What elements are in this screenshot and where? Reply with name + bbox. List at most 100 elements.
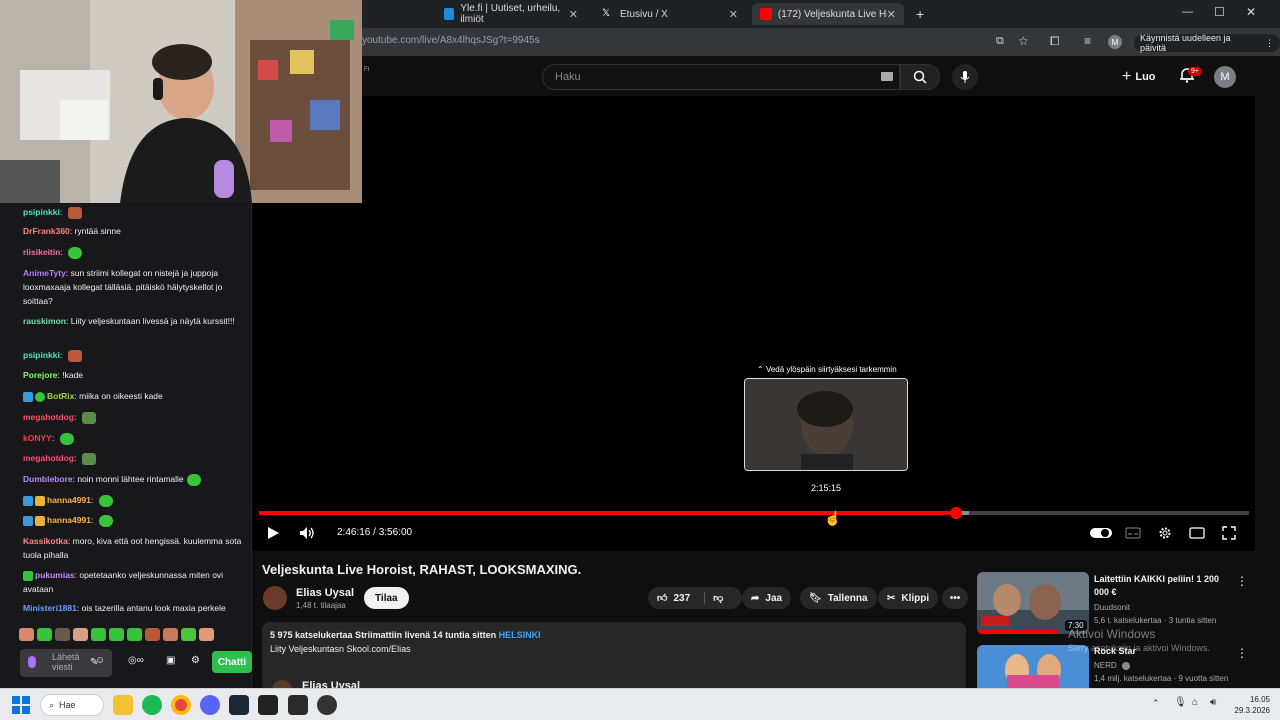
emote-icon[interactable] [73, 628, 88, 641]
emote-icon[interactable] [37, 628, 52, 641]
share-button[interactable]: ➦ Jaa [742, 587, 792, 609]
emote-icon[interactable] [163, 628, 178, 641]
restart-update-button[interactable]: Käynnistä uudelleen ja päivitä ⋮ [1134, 33, 1280, 53]
voice-search-button[interactable] [952, 64, 978, 90]
progress-scrubber-handle[interactable] [949, 507, 962, 519]
file-explorer-icon[interactable] [113, 695, 133, 715]
emote-icon[interactable] [55, 628, 70, 641]
rec-title[interactable]: Laitettiin KAIKKI peliin! 1 200 000 € [1094, 573, 1224, 599]
channel-name[interactable]: Elias Uysal [296, 587, 354, 599]
chat-username[interactable]: psipinkki [23, 350, 60, 360]
maximize-button[interactable]: ☐ [1214, 5, 1225, 19]
close-window-button[interactable]: ✕ [1246, 5, 1256, 19]
chat-username[interactable]: hanna4991 [47, 495, 91, 505]
rec-channel[interactable]: NERD [1094, 659, 1234, 672]
chat-username[interactable]: megahotdog [23, 412, 74, 422]
close-tab-icon[interactable]: ✕ [729, 8, 738, 21]
video-player[interactable] [252, 96, 1255, 551]
chat-username[interactable]: Dumblebore [23, 474, 73, 484]
close-tab-icon[interactable]: ✕ [569, 8, 578, 21]
discord-icon[interactable] [200, 695, 220, 715]
keyboard-icon[interactable] [881, 72, 893, 81]
description-box[interactable]: 5 975 katselukertaa Striimattiin livenä … [262, 622, 966, 692]
emote-picker-icon[interactable]: ☺ [95, 655, 105, 666]
fullscreen-button[interactable] [1219, 525, 1239, 541]
subtitles-button[interactable] [1123, 525, 1143, 541]
emote-icon[interactable] [181, 628, 196, 641]
subscriber-count: 1,48 t. tilaajaa [296, 601, 346, 610]
like-button[interactable]: 👍︎ 237 [657, 592, 690, 605]
volume-button[interactable] [297, 525, 317, 541]
more-actions-button[interactable]: ••• [942, 587, 968, 609]
emote-icon[interactable] [91, 628, 106, 641]
autoplay-toggle[interactable] [1090, 525, 1112, 541]
windows-start-icon[interactable] [12, 696, 30, 714]
close-tab-icon[interactable]: ✕ [887, 8, 896, 21]
chat-username[interactable]: pukumias [35, 570, 75, 580]
channel-avatar[interactable] [263, 586, 287, 610]
install-app-icon[interactable]: ⧉ [996, 35, 1004, 48]
extensions-icon[interactable]: ⧠ [1050, 34, 1060, 49]
tab-x[interactable]: 𝕏 Etusivu / X ✕ [594, 3, 746, 25]
chat-settings-icon[interactable]: ⚙ [191, 655, 200, 666]
emote-icon[interactable] [199, 628, 214, 641]
dislike-button[interactable]: 👎︎ [704, 592, 723, 604]
emote-icon[interactable] [19, 628, 34, 641]
create-button[interactable]: + Luo [1122, 68, 1156, 86]
play-button[interactable] [263, 525, 283, 541]
app-icon[interactable] [288, 695, 308, 715]
tray-mic-icon[interactable]: 🎙︎ [1174, 697, 1187, 708]
rec-menu-icon[interactable]: ⋮ [1236, 574, 1248, 588]
taskbar-search[interactable]: ⌕ Hae [40, 694, 104, 716]
chat-username[interactable]: psipinkki [23, 207, 60, 217]
account-avatar[interactable]: M [1214, 66, 1236, 88]
chat-username[interactable]: Ministeri1881 [23, 603, 77, 613]
theater-mode-button[interactable] [1187, 525, 1207, 541]
chat-username[interactable]: riisikeitin [23, 247, 60, 257]
profile-avatar[interactable]: M [1108, 35, 1122, 49]
chat-username[interactable]: DrFrank360 [23, 226, 70, 236]
chrome-icon[interactable] [171, 695, 191, 715]
obs-icon[interactable] [317, 695, 337, 715]
tab-yle[interactable]: Yle.fi | Uutiset, urheilu, ilmiöt ✕ [436, 3, 586, 25]
reading-list-icon[interactable]: ≡ [1084, 34, 1091, 48]
windows-activation-watermark: Aktivoi Windows Siirry asetuksiin ja akt… [1068, 627, 1211, 653]
emote-icon[interactable] [127, 628, 142, 641]
chat-username[interactable]: rauskimon [23, 316, 66, 326]
chat-username[interactable]: kONYY [23, 433, 52, 443]
gift-icon[interactable]: ▣ [166, 655, 175, 666]
location-link[interactable]: HELSINKI [499, 630, 541, 640]
chat-username[interactable]: Porejore [23, 370, 58, 380]
url-field[interactable]: youtube.com/live/A8x4lhqsJSg?t=9945s [362, 35, 540, 46]
emote-icon[interactable] [145, 628, 160, 641]
bookmark-star-icon[interactable]: ☆ [1018, 34, 1029, 48]
save-button[interactable]: 🔖︎ Tallenna [800, 587, 877, 609]
search-input[interactable]: Haku [542, 64, 900, 90]
subscribe-button[interactable]: Tilaa [364, 587, 409, 609]
rec-thumbnail[interactable]: 7:30 [977, 572, 1089, 634]
speaker-icon[interactable]: 🔊︎ [1210, 697, 1216, 708]
chat-username[interactable]: megahotdog [23, 453, 74, 463]
chat-username[interactable]: Kassikotka [23, 536, 68, 546]
chat-username[interactable]: BotRix [47, 391, 74, 401]
new-tab-button[interactable]: + [916, 6, 924, 22]
steam-icon[interactable] [229, 695, 249, 715]
network-icon[interactable]: ⌂ [1192, 697, 1198, 708]
tray-chevron-icon[interactable]: ⌃ [1152, 698, 1160, 709]
minimize-button[interactable]: — [1182, 6, 1193, 18]
tab-youtube[interactable]: (172) Veljeskunta Live Horoist, F ✕ [752, 3, 904, 25]
chat-username[interactable]: hanna4991 [47, 515, 91, 525]
rec-channel[interactable]: Duudsonit [1094, 601, 1234, 614]
channel-points-icon[interactable]: ◎∞ [128, 655, 144, 666]
settings-button[interactable] [1155, 525, 1175, 541]
clip-button[interactable]: ✂ Klippi [878, 587, 939, 609]
chat-username[interactable]: AnimeTyty [23, 268, 66, 278]
microphone-icon[interactable] [28, 656, 36, 668]
system-clock[interactable]: 16.05 29.3.2026 [1230, 694, 1270, 716]
rec-menu-icon[interactable]: ⋮ [1236, 646, 1248, 660]
search-button[interactable] [900, 64, 940, 90]
x-app-icon[interactable] [258, 695, 278, 715]
emote-icon[interactable] [109, 628, 124, 641]
chat-send-button[interactable]: Chatti [212, 651, 252, 673]
spotify-icon[interactable] [142, 695, 162, 715]
